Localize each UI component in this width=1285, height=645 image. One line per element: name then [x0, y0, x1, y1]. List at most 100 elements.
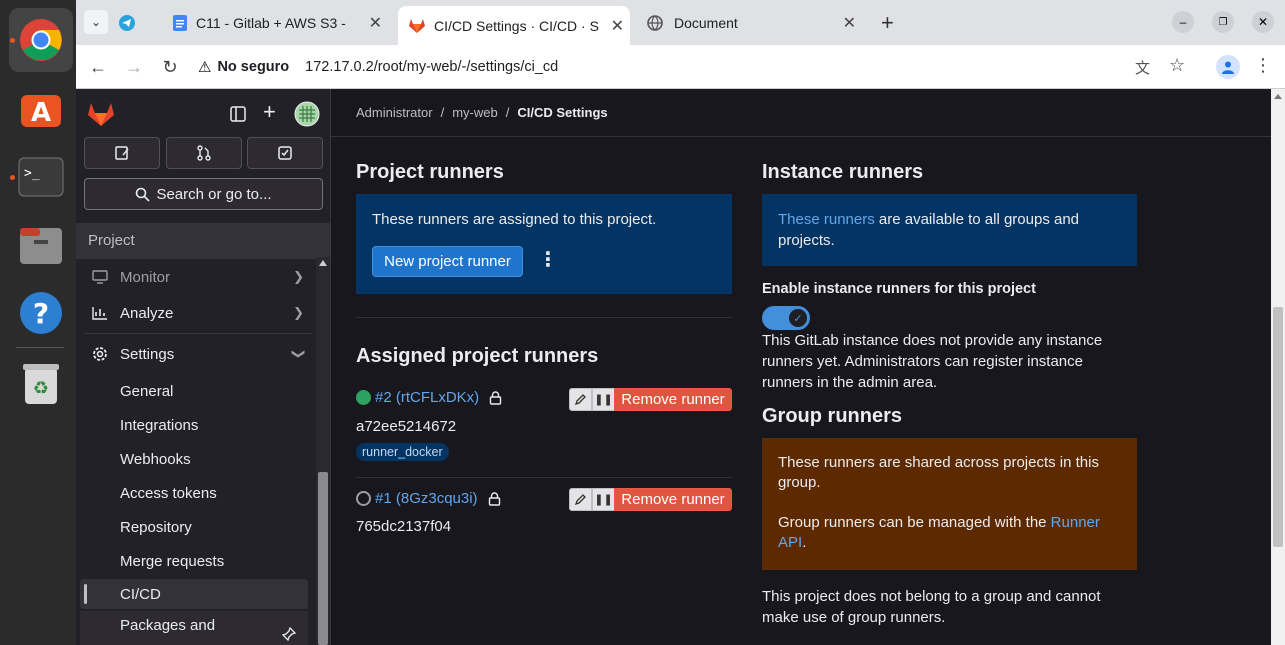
settings-item-repository[interactable]: Repository	[80, 512, 308, 542]
new-tab-icon[interactable]: +	[881, 10, 894, 36]
svg-text:?: ?	[33, 297, 49, 330]
instance-runners-note: This GitLab instance does not provide an…	[762, 332, 1103, 391]
tab-gitlab-docs[interactable]: C11 - Gitlab + AWS S3 - D ✕	[166, 8, 388, 38]
breadcrumb-item[interactable]: my-web	[452, 105, 498, 120]
runner-token: a72ee5214672	[356, 418, 457, 435]
project-runners-info-box: These runners are assigned to this proje…	[356, 194, 732, 294]
close-window-icon[interactable]: ✕	[1252, 11, 1274, 33]
close-icon[interactable]: ✕	[843, 13, 856, 33]
url-text[interactable]: 172.17.0.2/root/my-web/-/settings/ci_cd	[305, 59, 558, 75]
page-scrollbar[interactable]	[1271, 89, 1285, 645]
browser-tab-bar: ⌄ C11 - Gitlab + AWS S3 - D ✕ CI/CD Sett…	[76, 0, 1285, 45]
sidebar-item-monitor[interactable]: Monitor ❯	[84, 263, 312, 291]
group-runners-title: Group runners	[762, 405, 903, 427]
settings-item-general[interactable]: General	[80, 376, 308, 406]
settings-item-label: Webhooks	[120, 450, 191, 468]
project-runners-info-text: These runners are assigned to this proje…	[372, 211, 657, 228]
these-runners-link[interactable]: These runners	[778, 211, 875, 228]
sidebar-item-settings[interactable]: Settings ❯	[84, 340, 312, 368]
globe-icon	[647, 15, 663, 31]
tab-search-chevron-icon[interactable]: ⌄	[84, 10, 108, 34]
help-launcher[interactable]: ?	[9, 281, 73, 345]
todo-icon	[278, 146, 292, 160]
gitlab-logo-icon[interactable]	[87, 101, 115, 127]
terminal-launcher[interactable]: >_	[9, 145, 73, 209]
minimize-icon[interactable]: –	[1172, 11, 1194, 33]
settings-item-ci-cd[interactable]: CI/CD	[80, 579, 308, 609]
settings-item-packages[interactable]: Packages and	[80, 611, 308, 645]
svg-text:A: A	[31, 98, 51, 128]
trash-launcher[interactable]: ♻	[9, 351, 73, 415]
breadcrumb-item[interactable]: Administrator	[356, 105, 433, 120]
pause-runner-button[interactable]: ❚❚	[592, 388, 615, 411]
security-label[interactable]: No seguro	[217, 59, 289, 75]
group-runners-info-text: These runners are shared across projects…	[778, 454, 1099, 491]
search-input[interactable]: Search or go to...	[84, 178, 323, 210]
sidebar-scrollbar[interactable]	[316, 257, 330, 645]
pause-runner-button[interactable]: ❚❚	[592, 488, 615, 511]
profile-icon[interactable]	[1216, 55, 1240, 79]
page-scroll-thumb[interactable]	[1273, 307, 1283, 547]
sidebar-section-title: Project	[76, 223, 330, 259]
todos-button[interactable]	[247, 137, 323, 169]
instance-runners-title: Instance runners	[762, 161, 924, 183]
more-actions-kebab-icon[interactable]: ⋮	[538, 250, 558, 271]
close-icon[interactable]: ✕	[369, 13, 382, 33]
group-runners-info-box: These runners are shared across projects…	[762, 438, 1137, 570]
tab-telegram[interactable]	[118, 8, 148, 38]
sidebar-scroll-thumb[interactable]	[318, 472, 328, 645]
tab-title: CI/CD Settings · CI/CD · S	[434, 17, 599, 34]
avatar[interactable]	[294, 101, 320, 127]
breadcrumb-current[interactable]: CI/CD Settings	[517, 105, 607, 120]
pencil-icon	[574, 394, 586, 406]
remove-runner-button[interactable]: Remove runner	[614, 488, 732, 511]
gitlab-icon	[409, 19, 425, 33]
settings-item-label: Integrations	[120, 416, 199, 434]
files-launcher[interactable]	[9, 213, 73, 277]
address-bar[interactable]: ⚠ No seguro 172.17.0.2/root/my-web/-/set…	[198, 51, 1198, 83]
create-new-icon[interactable]: +	[263, 99, 276, 125]
edit-runner-button[interactable]	[569, 488, 592, 511]
reload-icon[interactable]: ↻	[158, 55, 182, 79]
bookmark-star-icon[interactable]: ☆	[1169, 55, 1185, 76]
app-center-launcher[interactable]: A	[9, 77, 73, 141]
edit-runner-button[interactable]	[569, 388, 592, 411]
period-text: .	[802, 534, 807, 551]
runner-link[interactable]: #2 (rtCFLxDKx)	[375, 389, 479, 406]
remove-runner-button[interactable]: Remove runner	[614, 388, 732, 411]
runner-item: #1 (8Gz3cqu3i)	[356, 490, 501, 507]
instance-runners-toggle[interactable]: ✓	[762, 306, 810, 330]
new-project-runner-button[interactable]: New project runner	[372, 246, 523, 277]
back-icon[interactable]: ←	[86, 55, 110, 79]
forward-icon[interactable]: →	[122, 55, 146, 79]
runner-token: 765dc2137f04	[356, 518, 452, 535]
settings-item-integrations[interactable]: Integrations	[80, 410, 308, 440]
assigned-runners-title: Assigned project runners	[356, 345, 599, 367]
sidebar-toggle-icon[interactable]	[230, 106, 246, 122]
close-icon[interactable]: ✕	[611, 16, 624, 36]
menu-kebab-icon[interactable]: ⋮	[1254, 55, 1272, 76]
issues-button[interactable]	[84, 137, 160, 169]
runner-tag: runner_docker	[356, 443, 449, 461]
settings-item-merge-requests[interactable]: Merge requests	[80, 546, 308, 576]
lock-icon	[488, 491, 500, 506]
sidebar-item-label: Analyze	[120, 304, 174, 322]
trash-icon: ♻	[23, 364, 59, 404]
chrome-launcher[interactable]	[9, 8, 73, 72]
merge-request-icon	[197, 145, 211, 161]
tab-ci-cd-settings[interactable]: CI/CD Settings · CI/CD · S ✕	[398, 6, 630, 45]
settings-item-webhooks[interactable]: Webhooks	[80, 444, 308, 474]
settings-item-access-tokens[interactable]: Access tokens	[80, 478, 308, 508]
translate-icon[interactable]: 文	[1135, 57, 1150, 78]
tab-title: Document	[674, 15, 738, 31]
pin-icon[interactable]	[282, 627, 296, 641]
tab-document[interactable]: Document ✕	[640, 8, 862, 38]
runner-link[interactable]: #1 (8Gz3cqu3i)	[375, 490, 478, 507]
chart-icon	[92, 307, 107, 320]
chevron-right-icon: ❯	[293, 305, 304, 320]
restore-icon[interactable]: ❐	[1212, 11, 1234, 33]
sidebar-item-analyze[interactable]: Analyze ❯	[84, 299, 312, 327]
ubuntu-dock: A >_ ? ♻	[0, 0, 76, 645]
merge-requests-button[interactable]	[166, 137, 242, 169]
lock-icon	[489, 390, 502, 405]
